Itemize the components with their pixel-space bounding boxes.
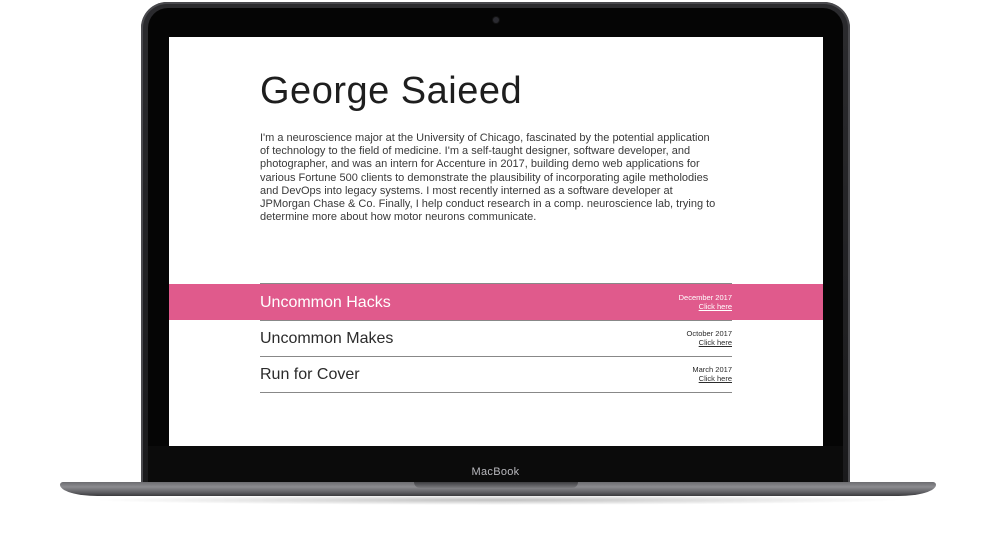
brand-label: MacBook xyxy=(471,466,520,478)
camera-icon xyxy=(493,17,499,23)
bio-paragraph: I'm a neuroscience major at the Universi… xyxy=(260,132,716,224)
project-link[interactable]: Click here xyxy=(699,374,732,383)
laptop-shadow xyxy=(90,495,906,505)
project-date: March 2017 xyxy=(692,365,732,374)
screen: George Saieed I'm a neuroscience major a… xyxy=(169,37,823,446)
project-date: October 2017 xyxy=(686,329,732,338)
project-row-uncommon-hacks[interactable]: Uncommon Hacks December 2017 Click here xyxy=(169,284,823,320)
project-date: December 2017 xyxy=(678,293,732,302)
divider xyxy=(260,392,732,393)
project-row-run-for-cover[interactable]: Run for Cover March 2017 Click here xyxy=(169,356,823,392)
screen-chin xyxy=(148,446,843,484)
page-title: George Saieed xyxy=(260,70,523,112)
laptop-hinge-notch xyxy=(414,482,578,488)
project-title: Uncommon Makes xyxy=(260,330,394,347)
project-row-uncommon-makes[interactable]: Uncommon Makes October 2017 Click here xyxy=(169,320,823,356)
project-link[interactable]: Click here xyxy=(699,302,732,311)
project-title: Uncommon Hacks xyxy=(260,294,391,311)
project-link[interactable]: Click here xyxy=(699,338,732,347)
project-title: Run for Cover xyxy=(260,366,360,383)
